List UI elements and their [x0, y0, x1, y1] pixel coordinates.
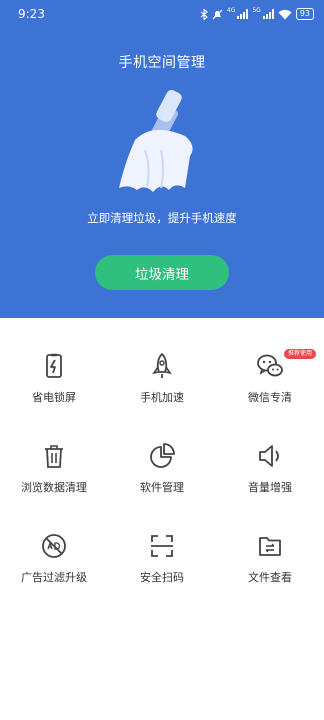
scan-icon — [151, 535, 173, 557]
tool-item-power-saving-lock[interactable]: 省电锁屏 — [0, 342, 108, 432]
tool-item-phone-boost[interactable]: 手机加速 — [108, 342, 216, 432]
battery-icon: 93 — [295, 8, 314, 20]
tool-label: 广告过滤升级 — [21, 571, 87, 584]
ad-block-icon — [42, 534, 66, 558]
tool-item-wechat-clean[interactable]: 微信专清 推荐使用 — [216, 342, 324, 432]
wechat-icon — [257, 354, 283, 377]
tool-label: 安全扫码 — [140, 571, 184, 584]
network-5g-label: 5G — [252, 7, 261, 14]
wifi-icon — [278, 9, 292, 19]
tool-item-volume-boost[interactable]: 音量增强 — [216, 432, 324, 522]
network-4g-label: 4G — [226, 7, 236, 14]
tools-grid: 省电锁屏 手机加速 微信专清 推荐使用 浏览数据清理 软件管理 音量增强 广告过… — [0, 342, 324, 612]
tool-label: 浏览数据清理 — [21, 481, 87, 494]
rocket-icon — [152, 352, 172, 378]
tool-label: 手机加速 — [140, 391, 184, 404]
signal-icon — [237, 9, 249, 19]
tool-item-security-scan[interactable]: 安全扫码 — [108, 522, 216, 612]
pie-chart-icon — [150, 443, 175, 468]
tool-label: 音量增强 — [248, 481, 292, 494]
header-subtitle: 立即清理垃圾，提升手机速度 — [87, 211, 237, 225]
tool-item-app-management[interactable]: 软件管理 — [108, 432, 216, 522]
bluetooth-icon — [200, 8, 208, 20]
status-time: 9:23 — [18, 7, 45, 21]
battery-saver-icon — [46, 353, 62, 378]
folder-icon — [259, 537, 281, 556]
tool-label: 省电锁屏 — [32, 391, 76, 404]
tool-item-browser-data-clean[interactable]: 浏览数据清理 — [0, 432, 108, 522]
status-icons: 4G 5G 93 — [200, 8, 314, 20]
tool-item-ad-filter-upgrade[interactable]: 广告过滤升级 — [0, 522, 108, 612]
tool-label: 文件查看 — [248, 571, 292, 584]
trash-icon — [45, 445, 63, 468]
tool-label: 微信专清 — [248, 391, 292, 404]
junk-clean-button[interactable]: 垃圾清理 — [95, 255, 229, 290]
status-bar: 9:23 4G 5G 93 — [0, 0, 324, 28]
tool-item-file-viewer[interactable]: 文件查看 — [216, 522, 324, 612]
speaker-icon — [259, 445, 279, 467]
header-panel: 9:23 4G 5G 93 手机空间管理 立即清理垃圾，提升手机速度 垃圾清理 — [0, 0, 324, 318]
tool-label: 软件管理 — [140, 481, 184, 494]
broom-icon — [119, 89, 193, 192]
recommend-badge: 推荐使用 — [284, 349, 317, 359]
page-title: 手机空间管理 — [118, 55, 206, 71]
mute-icon — [212, 9, 223, 19]
signal-icon — [262, 9, 274, 19]
